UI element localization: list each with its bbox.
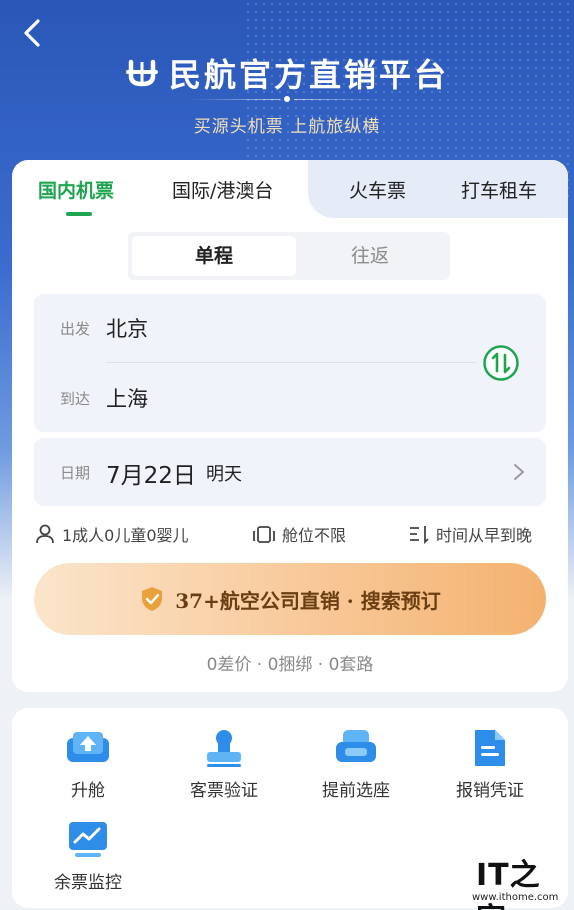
stamp-icon	[207, 730, 241, 767]
swap-icon[interactable]	[482, 344, 520, 382]
service-ticket-monitor-label: 余票监控	[54, 873, 122, 893]
route-selector: 出发 北京 到达 上海	[34, 294, 546, 432]
sort-icon	[410, 526, 429, 545]
brand-subtitle: 买源头机票 上航旅纵横	[193, 117, 381, 137]
chevron-right-icon	[514, 464, 524, 480]
active-tab-indicator	[66, 212, 92, 216]
search-button[interactable]: 37+航空公司直销 · 搜索预订	[34, 563, 546, 635]
departure-city: 北京	[106, 317, 148, 341]
ithome-watermark: IT之家 www.ithome.com	[472, 850, 568, 910]
chevron-left-icon[interactable]	[18, 16, 48, 50]
brand-divider-right	[294, 99, 384, 100]
service-ticket-monitor[interactable]: 余票监控	[28, 820, 148, 893]
cabin-selector[interactable]: 舱位不限	[252, 522, 346, 546]
arrival-city: 上海	[106, 387, 148, 411]
sort-selector[interactable]: 时间从早到晚	[408, 522, 532, 546]
service-upgrade[interactable]: 升舱	[28, 728, 148, 801]
arrival-label: 到达	[60, 389, 91, 408]
watermark-url: www.ithome.com	[472, 892, 559, 903]
brand-title: 民航官方直销平台	[168, 56, 449, 94]
date-selector[interactable]: 日期 7月22日 明天	[34, 438, 546, 506]
trip-type-toggle: 单程 往返	[128, 232, 450, 280]
search-button-label: 37+航空公司直销 · 搜索预订	[175, 588, 441, 613]
route-divider	[106, 362, 476, 363]
cabin-class: 舱位不限	[282, 526, 347, 545]
cabin-seat-icon	[253, 526, 275, 543]
brand-divider-left	[190, 99, 280, 100]
tab-international-flights[interactable]: 国际/港澳台	[172, 176, 273, 203]
departure-label: 出发	[60, 319, 91, 338]
sort-order: 时间从早到晚	[436, 526, 533, 545]
person-icon	[36, 524, 54, 544]
service-seat-selection[interactable]: 提前选座	[296, 728, 416, 801]
service-ticket-verify[interactable]: 客票验证	[164, 728, 284, 801]
tab-train-tickets[interactable]: 火车票	[349, 176, 406, 203]
airline-logo-icon	[125, 59, 158, 87]
date-day: 明天	[206, 464, 242, 485]
arrival-row[interactable]: 到达 上海	[60, 378, 148, 418]
brand-divider-dot	[284, 96, 290, 102]
tab-domestic-flights[interactable]: 国内机票	[38, 176, 114, 203]
upgrade-seat-icon	[67, 732, 109, 762]
seat-icon	[336, 730, 376, 762]
passenger-selector[interactable]: 1成人0儿童0婴儿	[34, 522, 189, 546]
round-trip-option[interactable]: 往返	[288, 236, 452, 276]
date-label: 日期	[60, 464, 91, 482]
shield-check-icon	[142, 587, 163, 611]
service-upgrade-label: 升舱	[71, 781, 105, 801]
service-receipt[interactable]: 报销凭证	[430, 728, 550, 801]
tab-taxi-rental[interactable]: 打车租车	[461, 176, 537, 203]
service-seat-selection-label: 提前选座	[322, 781, 390, 801]
monitor-chart-icon	[69, 822, 107, 857]
service-ticket-verify-label: 客票验证	[190, 781, 258, 801]
one-way-option[interactable]: 单程	[132, 236, 296, 276]
date-value: 7月22日	[106, 463, 196, 489]
brand-header: 民航官方直销平台	[0, 50, 574, 96]
price-guarantee: 0差价 · 0捆绑 · 0套路	[206, 655, 374, 675]
service-receipt-label: 报销凭证	[456, 781, 524, 801]
product-tabs: 国内机票 国际/港澳台 火车票 打车租车	[12, 160, 568, 218]
document-icon	[475, 730, 505, 766]
flight-search-card: 国内机票 国际/港澳台 火车票 打车租车 单程 往返 出发 北京 到达 上海 日…	[12, 160, 568, 692]
passenger-count: 1成人0儿童0婴儿	[62, 526, 189, 545]
departure-row[interactable]: 出发 北京	[60, 308, 148, 348]
